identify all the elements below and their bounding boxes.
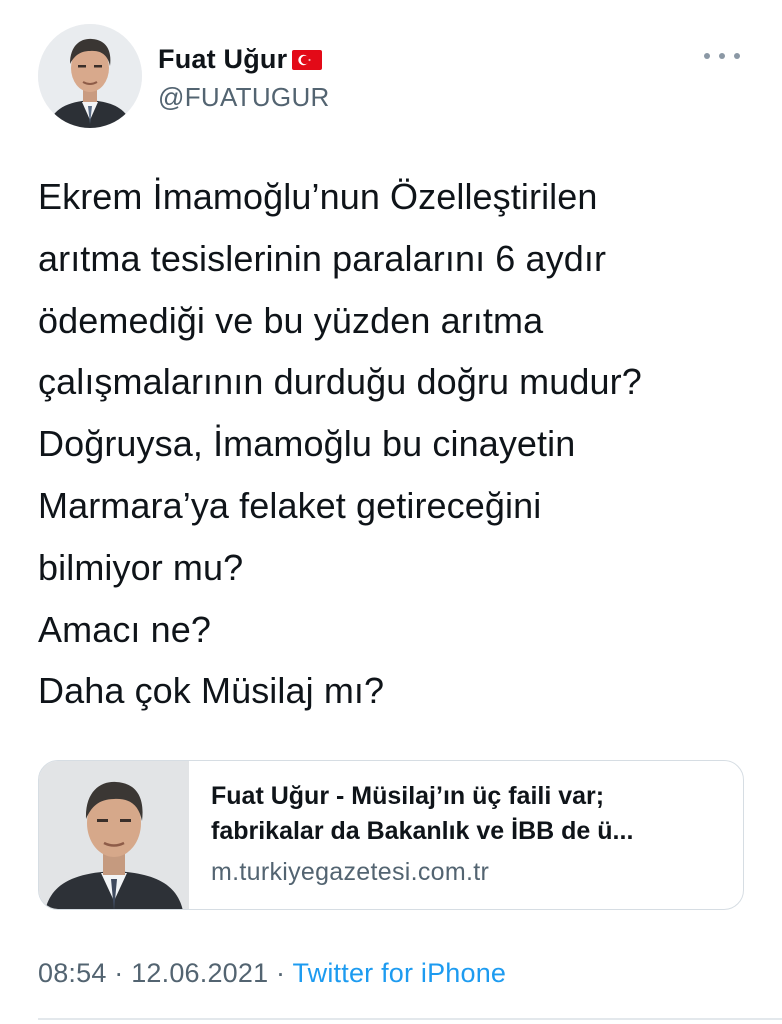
tweet-line: Doğruysa, İmamoğlu bu cinayetin [38, 423, 576, 465]
divider [38, 1018, 782, 1020]
tweet-date[interactable]: 12.06.2021 [131, 958, 268, 988]
article-thumbnail [39, 761, 189, 909]
tweet-header: Fuat Uğur @FUATUGUR [38, 24, 748, 128]
meta-separator: · [276, 958, 286, 988]
tweet-line: bilmiyor mu? [38, 546, 244, 588]
tweet-line: ödemediği ve bu yüzden arıtma [38, 299, 544, 341]
avatar[interactable] [38, 24, 142, 128]
tweet-line: Ekrem İmamoğlu’nun Özelleştirilen [38, 176, 598, 217]
tweet-line: çalışmalarının durduğu doğru mudur? [38, 361, 642, 403]
link-preview-card[interactable]: Fuat Uğur - Müsilaj’ın üç faili var; fab… [38, 760, 744, 910]
tweet-line: arıtma tesislerinin paralarını 6 aydır [38, 237, 607, 279]
user-handle[interactable]: @FUATUGUR [158, 82, 330, 113]
card-domain: m.turkiyegazetesi.com.tr [211, 858, 490, 886]
more-horizontal-icon[interactable] [704, 44, 740, 68]
meta-separator: · [114, 958, 124, 988]
tweet-meta: 08:54 · 12.06.2021 · Twitter for iPhone [38, 958, 506, 989]
tweet-source-link[interactable]: Twitter for iPhone [292, 958, 506, 988]
display-name[interactable]: Fuat Uğur [158, 44, 287, 75]
display-name-row: Fuat Uğur [158, 44, 330, 74]
tweet-line: Marmara’ya felaket getireceğini [38, 484, 542, 526]
tweet-line: Daha çok Müsilaj mı? [38, 670, 385, 712]
card-title-line: Fuat Uğur - Müsilaj’ın üç faili var; [211, 782, 605, 810]
card-body: Fuat Uğur - Müsilaj’ın üç faili var; fab… [189, 761, 633, 909]
tweet-time[interactable]: 08:54 [38, 958, 107, 988]
card-title-line: fabrikalar da Bakanlık ve İBB de ü... [211, 817, 634, 845]
tweet-text: Ekrem İmamoğlu’nun Özelleştirilen arıtma… [38, 166, 748, 722]
author-names: Fuat Uğur @FUATUGUR [158, 44, 330, 113]
profile-photo-icon [38, 24, 142, 128]
tweet-line: Amacı ne? [38, 608, 211, 650]
turkey-flag-icon [292, 50, 323, 70]
